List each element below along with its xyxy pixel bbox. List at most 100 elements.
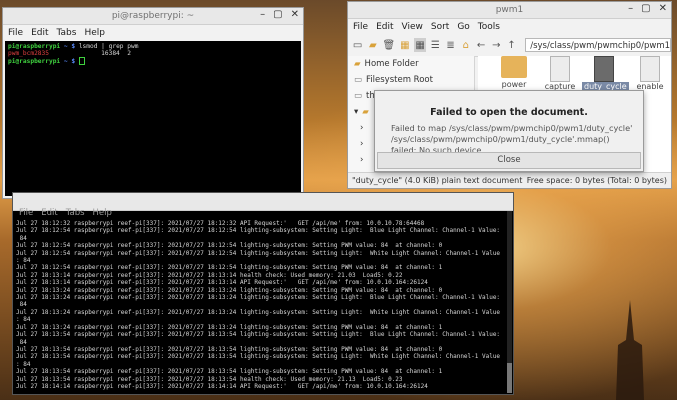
- compact-view-icon[interactable]: ☰: [430, 38, 441, 52]
- grid-view-icon[interactable]: ▦: [414, 38, 426, 52]
- log-line: Jul 27 18:12:32 raspberrypi reef-pi[337]…: [16, 220, 425, 227]
- drive-icon: ▭: [354, 75, 363, 85]
- minimize-icon[interactable]: –: [628, 3, 633, 14]
- log-line: : 84: [16, 360, 31, 368]
- file-label: power: [501, 80, 527, 89]
- terminal-1-titlebar[interactable]: pi@raspberrypi: ~ – ▢ ✕: [3, 8, 303, 25]
- terminal-2-log[interactable]: Jul 27 18:12:32 raspberrypi reef-pi[337]…: [16, 220, 505, 392]
- menu-view[interactable]: View: [402, 22, 423, 32]
- error-dialog: Failed to open the document. Failed to m…: [374, 90, 644, 172]
- terminal-1-output[interactable]: pi@raspberrypi ~ $ lsmod | grep pwm pwm_…: [5, 41, 301, 196]
- file-item-capture[interactable]: capture: [538, 56, 582, 91]
- terminal-1-title: pi@raspberrypi: ~: [111, 11, 195, 21]
- file-manager-menubar: File Edit View Sort Go Tools: [348, 19, 671, 34]
- minimize-icon[interactable]: –: [260, 9, 265, 20]
- menu-help[interactable]: Help: [84, 28, 105, 38]
- window-controls: – ▢ ✕: [260, 9, 299, 20]
- menu-sort[interactable]: Sort: [431, 22, 449, 32]
- terminal-2-menubar: File Edit Tabs Help: [19, 208, 112, 218]
- sidebar-item-home[interactable]: ▰ Home Folder: [348, 56, 474, 72]
- log-line: Jul 27 18:12:54 raspberrypi reef-pi[337]…: [16, 227, 501, 235]
- file-item-duty-cycle[interactable]: duty_cycle: [582, 56, 629, 91]
- log-line: Jul 27 18:13:24 raspberrypi reef-pi[337]…: [16, 308, 501, 316]
- log-line: 84: [16, 234, 27, 242]
- terminal-window-1[interactable]: pi@raspberrypi: ~ – ▢ ✕ File Edit Tabs H…: [2, 7, 304, 199]
- log-line: : 84: [16, 316, 31, 324]
- menu-file[interactable]: File: [8, 28, 23, 38]
- status-selection: "duty_cycle" (4.0 KiB) plain text docume…: [352, 176, 523, 185]
- menu-edit[interactable]: Edit: [31, 28, 48, 38]
- sidebar-item-label: Filesystem Root: [366, 75, 433, 85]
- module-name: pwm_bcm2835: [8, 50, 49, 57]
- chevron-right-icon: ›: [360, 139, 364, 149]
- close-icon[interactable]: ✕: [291, 9, 299, 20]
- scrollbar-thumb[interactable]: [507, 363, 512, 393]
- log-line: Jul 27 18:12:54 raspberrypi reef-pi[337]…: [16, 242, 443, 250]
- log-line: : 84: [16, 257, 31, 265]
- new-window-icon[interactable]: ▭: [352, 38, 363, 52]
- path-input[interactable]: /sys/class/pwm/pwmchip0/pwm1: [525, 38, 671, 52]
- log-line: Jul 27 18:12:54 raspberrypi reef-pi[337]…: [16, 249, 501, 257]
- prompt-user: pi@raspberrypi: [8, 58, 61, 65]
- sidebar-item-filesystem[interactable]: ▭ Filesystem Root: [348, 72, 474, 88]
- menu-file[interactable]: File: [19, 208, 33, 218]
- menu-tabs[interactable]: Tabs: [57, 28, 77, 38]
- log-line: Jul 27 18:13:54 raspberrypi reef-pi[337]…: [16, 368, 443, 376]
- menu-tools[interactable]: Tools: [478, 22, 500, 32]
- log-line: Jul 27 18:13:24 raspberrypi reef-pi[337]…: [16, 294, 501, 302]
- menu-file[interactable]: File: [353, 22, 368, 32]
- log-line: Jul 27 18:13:54 raspberrypi reef-pi[337]…: [16, 345, 443, 353]
- menu-go[interactable]: Go: [457, 22, 469, 32]
- close-button[interactable]: Close: [377, 152, 641, 169]
- file-icon: [594, 56, 614, 82]
- file-item-power[interactable]: power: [492, 56, 536, 89]
- maximize-icon[interactable]: ▢: [273, 9, 282, 20]
- menu-help[interactable]: Help: [93, 208, 112, 218]
- chevron-right-icon: ›: [360, 155, 364, 165]
- file-manager-toolbar: ▭ ▰ 🗑 ▦ ▦ ☰ ≣ ⌂ ← → ↑ /sys/class/pwm/pwm…: [348, 34, 671, 57]
- menu-edit[interactable]: Edit: [41, 208, 57, 218]
- status-free-space: Free space: 0 bytes (Total: 0 bytes): [526, 176, 667, 185]
- icon-view-icon[interactable]: ▦: [399, 38, 410, 52]
- log-line: Jul 27 18:14:14 raspberrypi reef-pi[337]…: [16, 382, 428, 390]
- file-item-enable[interactable]: enable: [628, 56, 671, 91]
- folder-icon: ▰: [362, 107, 369, 117]
- home-folder-icon: ▰: [354, 59, 361, 69]
- maximize-icon[interactable]: ▢: [641, 3, 650, 14]
- module-info: 16384 2: [48, 50, 131, 57]
- new-folder-icon[interactable]: ▰: [367, 38, 378, 52]
- file-manager-titlebar[interactable]: pwm1 – ▢ ✕: [348, 2, 671, 19]
- log-line: Jul 27 18:13:54 raspberrypi reef-pi[337]…: [16, 353, 501, 361]
- up-arrow-icon[interactable]: ↑: [506, 38, 517, 52]
- terminal-window-2[interactable]: File Edit Tabs Help Jul 27 18:12:32 rasp…: [12, 192, 514, 395]
- dialog-title: Failed to open the document.: [430, 107, 588, 118]
- file-icon: [640, 56, 660, 82]
- cursor: [78, 57, 85, 65]
- command-text: lsmod | grep pwm: [78, 43, 139, 50]
- back-arrow-icon[interactable]: ←: [475, 38, 486, 52]
- terminal-line: pi@raspberrypi ~ $ lsmod | grep pwm: [8, 43, 298, 50]
- home-icon[interactable]: ⌂: [460, 38, 471, 52]
- log-line: Jul 27 18:13:14 raspberrypi reef-pi[337]…: [16, 271, 403, 279]
- file-icon: [550, 56, 570, 82]
- log-line: 84: [16, 301, 27, 309]
- list-view-icon[interactable]: ≣: [445, 38, 456, 52]
- folder-icon: [501, 56, 527, 78]
- terminal-line: pwm_bcm2835 16384 2: [8, 50, 298, 57]
- log-line: Jul 27 18:13:24 raspberrypi reef-pi[337]…: [16, 323, 443, 331]
- log-line: Jul 27 18:13:14 raspberrypi reef-pi[337]…: [16, 279, 428, 287]
- drive-icon: ▭: [354, 91, 363, 101]
- scrollbar[interactable]: [507, 211, 512, 393]
- terminal-line: pi@raspberrypi ~ $: [8, 57, 298, 65]
- menu-tabs[interactable]: Tabs: [66, 208, 85, 218]
- log-line: Jul 27 18:12:54 raspberrypi reef-pi[337]…: [16, 264, 443, 272]
- terminal-1-menubar: File Edit Tabs Help: [3, 25, 303, 40]
- prompt-user: pi@raspberrypi: [8, 43, 61, 50]
- prompt-path: ~ $: [63, 58, 76, 65]
- close-icon[interactable]: ✕: [659, 3, 667, 14]
- file-manager-title: pwm1: [495, 5, 524, 15]
- log-line: Jul 27 18:13:54 raspberrypi reef-pi[337]…: [16, 331, 501, 339]
- forward-arrow-icon[interactable]: →: [491, 38, 502, 52]
- trash-icon[interactable]: 🗑: [383, 38, 396, 52]
- menu-edit[interactable]: Edit: [376, 22, 393, 32]
